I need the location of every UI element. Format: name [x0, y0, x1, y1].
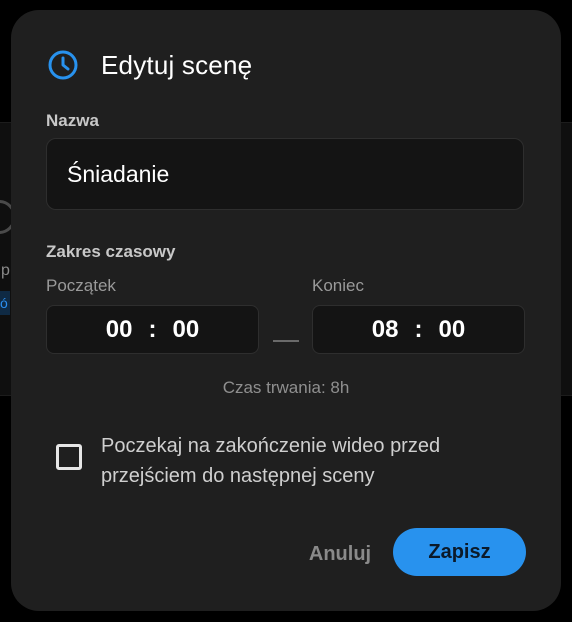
start-time-label: Początek — [46, 276, 116, 295]
start-minutes[interactable]: 00 — [173, 316, 200, 344]
dialog-title: Edytuj scenę — [101, 49, 253, 80]
time-separator: : — [414, 315, 423, 343]
background-text: p — [1, 262, 10, 279]
cancel-button[interactable]: Anuluj — [291, 538, 389, 570]
end-time-label: Koniec — [312, 276, 364, 295]
end-hours[interactable]: 08 — [372, 316, 399, 344]
clock-icon — [47, 49, 79, 81]
duration-text: Czas trwania: 8h — [222, 378, 350, 397]
end-minutes[interactable]: 00 — [439, 316, 466, 344]
background-chip: ó — [0, 291, 10, 315]
name-label: Nazwa — [46, 111, 99, 130]
time-separator: : — [148, 315, 157, 343]
start-hours[interactable]: 00 — [106, 316, 133, 344]
wait-for-video-checkbox[interactable] — [56, 444, 82, 470]
range-dash — [273, 340, 299, 342]
edit-scene-dialog: Edytuj scenę Nazwa Śniadanie Zakres czas… — [11, 10, 561, 611]
save-button[interactable]: Zapisz — [393, 528, 526, 576]
start-time-picker[interactable]: 00 : 00 — [46, 305, 259, 354]
dialog-header: Edytuj scenę — [47, 46, 252, 84]
time-range-label: Zakres czasowy — [46, 242, 176, 261]
wait-for-video-label[interactable]: Poczekaj na zakończenie wideo przed prze… — [101, 431, 501, 491]
end-time-picker[interactable]: 08 : 00 — [312, 305, 525, 354]
scene-name-input[interactable]: Śniadanie — [46, 138, 524, 210]
